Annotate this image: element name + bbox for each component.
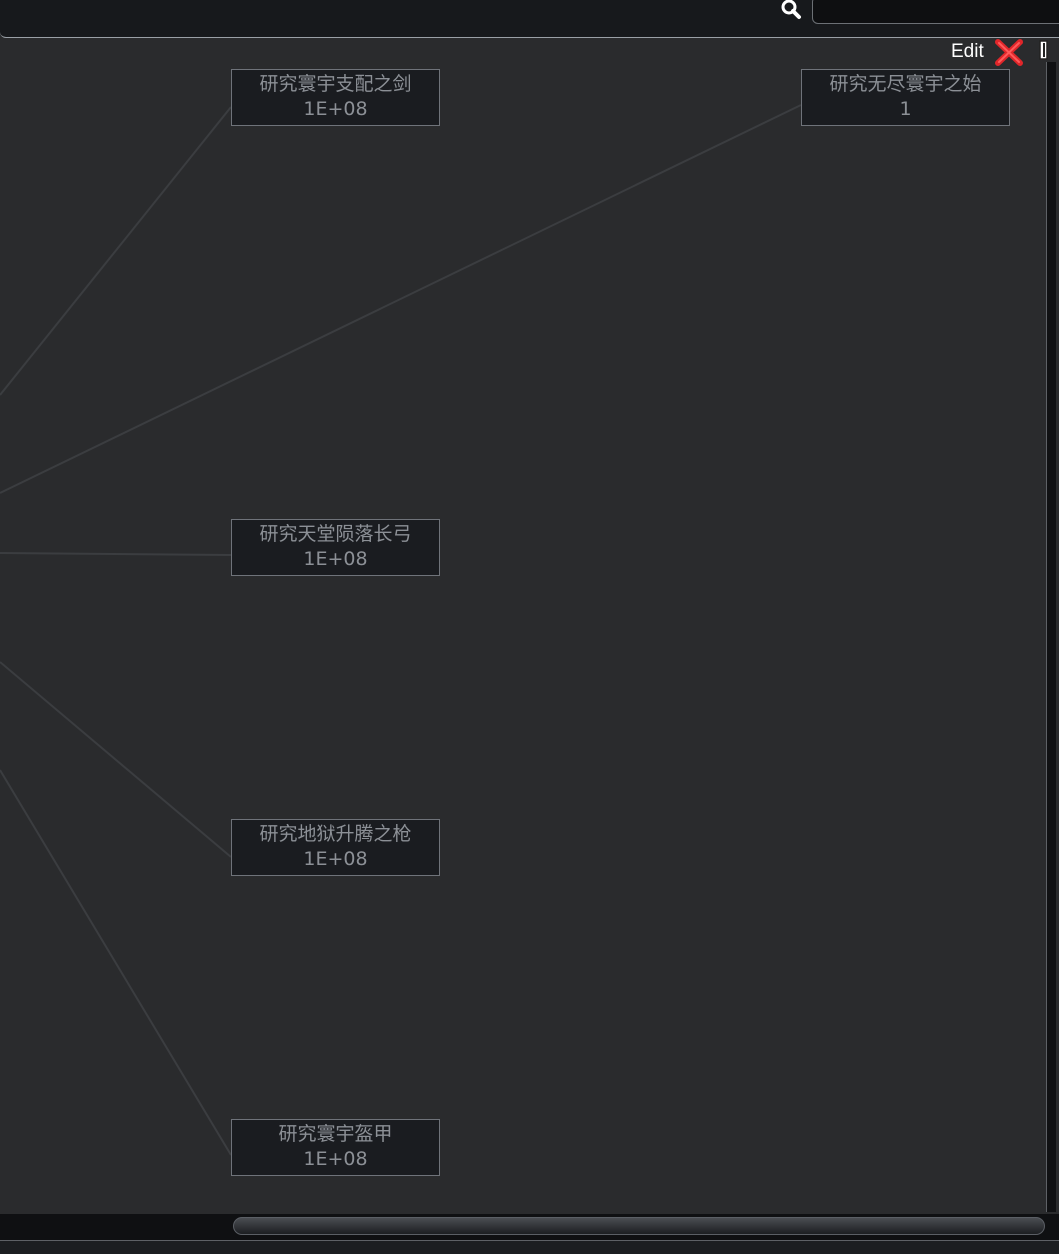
tech-node-title: 研究寰宇盔甲: [278, 1123, 393, 1145]
tech-node[interactable]: 研究天堂陨落长弓 1E+08: [231, 519, 440, 576]
tech-node[interactable]: 研究无尽寰宇之始 1: [801, 69, 1010, 126]
close-icon[interactable]: [993, 37, 1025, 68]
vertical-scrollbar[interactable]: [1046, 62, 1056, 1212]
connector-line: [0, 106, 232, 396]
tech-node-title: 研究寰宇支配之剑: [259, 73, 412, 95]
bottom-strip: [0, 1240, 1059, 1254]
tech-node[interactable]: 研究地狱升腾之枪 1E+08: [231, 819, 440, 876]
connector-layer: [0, 104, 802, 1156]
tech-node-cost: 1: [899, 98, 912, 120]
horizontal-scrollbar-thumb[interactable]: [233, 1217, 1045, 1235]
tech-node[interactable]: 研究寰宇支配之剑 1E+08: [231, 69, 440, 126]
tech-node-cost: 1E+08: [303, 1148, 368, 1170]
connector-line: [0, 104, 802, 494]
connector-line: [0, 552, 232, 556]
edit-label[interactable]: Edit: [951, 40, 984, 64]
tech-node-title: 研究地狱升腾之枪: [259, 823, 412, 845]
tech-node-cost: 1E+08: [303, 98, 368, 120]
tech-node-cost: 1E+08: [303, 848, 368, 870]
pin-icon[interactable]: [1038, 40, 1052, 62]
search-icon[interactable]: [778, 0, 804, 22]
tech-node-cost: 1E+08: [303, 548, 368, 570]
tech-tree-viewport: Edit 研究寰宇支配之剑 1E+08 研究无尽寰宇之始 1 研究天堂陨落长弓 …: [0, 0, 1059, 1254]
tech-node-title: 研究天堂陨落长弓: [259, 523, 412, 545]
search-input[interactable]: [812, 0, 1059, 24]
tech-node-title: 研究无尽寰宇之始: [829, 73, 982, 95]
tech-node[interactable]: 研究寰宇盔甲 1E+08: [231, 1119, 440, 1176]
